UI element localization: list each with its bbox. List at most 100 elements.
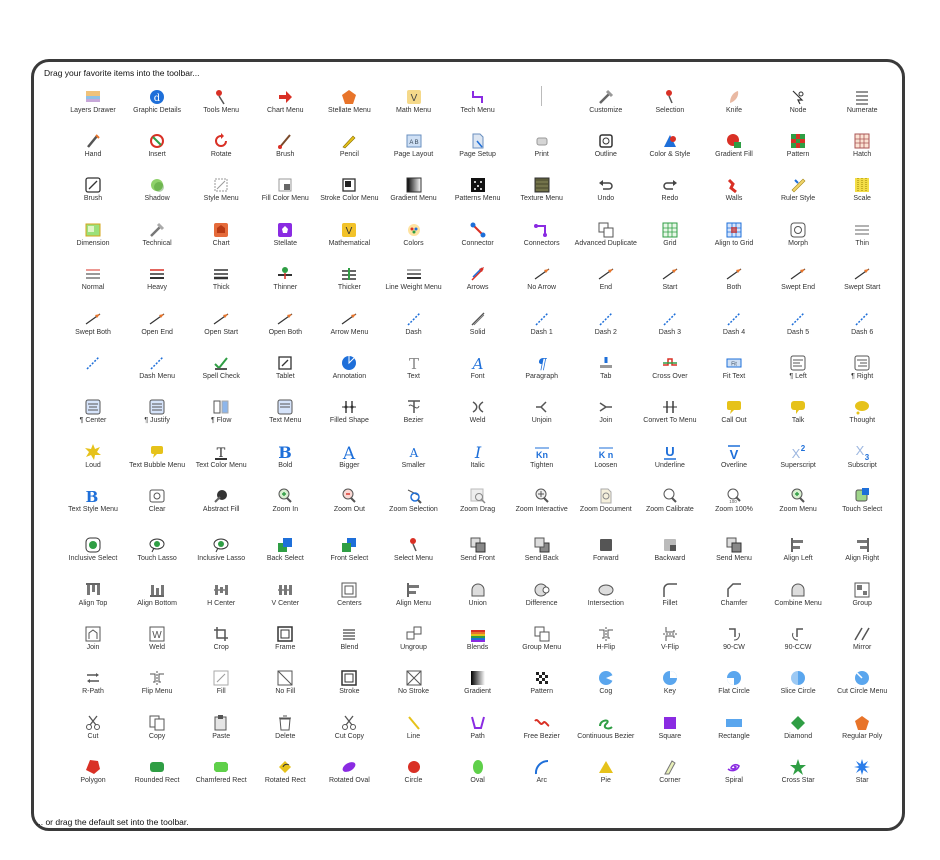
toolbar-item-arrow-menu[interactable]: Arrow Menu xyxy=(316,306,382,350)
toolbar-item-stellate[interactable]: Stellate xyxy=(252,217,318,261)
toolbar-item-fit-text[interactable]: Fit Fit Text xyxy=(701,350,767,394)
toolbar-item-page-layout[interactable]: A B Page Layout xyxy=(381,128,447,172)
toolbar-item-page-setup[interactable]: Page Setup xyxy=(445,128,511,172)
toolbar-item-select-menu[interactable]: Select Menu xyxy=(381,532,447,576)
toolbar-item-end[interactable]: End xyxy=(573,261,639,305)
toolbar-item-delete[interactable]: Delete xyxy=(252,710,318,754)
toolbar-item-spiral[interactable]: Spiral xyxy=(701,754,767,798)
toolbar-item-arc[interactable]: Arc xyxy=(509,754,575,798)
toolbar-item-square[interactable]: Square xyxy=(637,710,703,754)
toolbar-item-align-right[interactable]: Align Right xyxy=(829,532,895,576)
toolbar-item-thick[interactable]: Thick xyxy=(188,261,254,305)
toolbar-item-star[interactable]: Star xyxy=(829,754,895,798)
toolbar-item-tab[interactable]: Tab xyxy=(573,350,639,394)
toolbar-item-tighten[interactable]: Kn Tighten xyxy=(509,439,575,483)
toolbar-item-gradient-menu[interactable]: Gradient Menu xyxy=(381,172,447,216)
toolbar-item-align-top[interactable]: Align Top xyxy=(60,577,126,621)
toolbar-item-mathematical[interactable]: V Mathematical xyxy=(316,217,382,261)
toolbar-item-shadow[interactable]: Shadow xyxy=(124,172,190,216)
toolbar-item-hand[interactable]: Hand xyxy=(60,128,126,172)
toolbar-item-loosen[interactable]: K n Loosen xyxy=(573,439,639,483)
toolbar-item-mirror[interactable]: Mirror xyxy=(829,621,895,665)
toolbar-item-combine-menu[interactable]: Combine Menu xyxy=(765,577,831,621)
toolbar-item-text-menu[interactable]: Text Menu xyxy=(252,394,318,438)
toolbar-item-touch-select[interactable]: Touch Select xyxy=(829,483,895,527)
toolbar-item-zoom-out[interactable]: Zoom Out xyxy=(316,483,382,527)
toolbar-item-text-bubble-menu[interactable]: Text Bubble Menu xyxy=(124,439,190,483)
toolbar-item-dash-1[interactable]: Dash 1 xyxy=(509,306,575,350)
toolbar-item-swept-start[interactable]: Swept Start xyxy=(829,261,895,305)
toolbar-item-talk[interactable]: Talk xyxy=(765,394,831,438)
toolbar-item-underline[interactable]: U Underline xyxy=(637,439,703,483)
toolbar-item-polygon[interactable]: Polygon xyxy=(60,754,126,798)
toolbar-item-chart[interactable]: Chart xyxy=(188,217,254,261)
toolbar-item-color-style[interactable]: Color & Style xyxy=(637,128,703,172)
toolbar-item-brush[interactable]: Brush xyxy=(60,172,126,216)
toolbar-item-dimension[interactable]: Dimension xyxy=(60,217,126,261)
toolbar-item-dash-6[interactable]: Dash 6 xyxy=(829,306,895,350)
toolbar-item-insert[interactable]: Insert xyxy=(124,128,190,172)
toolbar-item-oval[interactable]: Oval xyxy=(445,754,511,798)
toolbar-item-rounded-rect[interactable]: Rounded Rect xyxy=(124,754,190,798)
toolbar-item-blends[interactable]: Blends xyxy=(445,621,511,665)
toolbar-item-customize[interactable]: Customize xyxy=(573,84,639,128)
toolbar-item-inclusive-select[interactable]: Inclusive Select xyxy=(60,532,126,576)
toolbar-item-join[interactable]: Join xyxy=(573,394,639,438)
toolbar-item-regular-poly[interactable]: Regular Poly xyxy=(829,710,895,754)
toolbar-item-print[interactable]: Print xyxy=(509,128,575,172)
toolbar-item-connector[interactable]: Connector xyxy=(445,217,511,261)
toolbar-item-zoom-100[interactable]: 100 Zoom 100% xyxy=(701,483,767,527)
toolbar-item-tech-menu[interactable]: Tech Menu xyxy=(445,84,511,128)
toolbar-item-chart-menu[interactable]: Chart Menu xyxy=(252,84,318,128)
toolbar-item-subscript[interactable]: X 3 Subscript xyxy=(829,439,895,483)
toolbar-item-front-select[interactable]: Front Select xyxy=(316,532,382,576)
toolbar-item-zoom-calibrate[interactable]: Zoom Calibrate xyxy=(637,483,703,527)
toolbar-item-dash-3[interactable]: Dash 3 xyxy=(637,306,703,350)
toolbar-item-numerate[interactable]: Numerate xyxy=(829,84,895,128)
toolbar-item-zoom-menu[interactable]: Zoom Menu xyxy=(765,483,831,527)
toolbar-item-join[interactable]: Join xyxy=(60,621,126,665)
toolbar-item-style-menu[interactable]: Style Menu xyxy=(188,172,254,216)
toolbar-item-rotated-rect[interactable]: Rotated Rect xyxy=(252,754,318,798)
toolbar-item-zoom-selection[interactable]: Zoom Selection xyxy=(381,483,447,527)
toolbar-item-blend[interactable]: Blend xyxy=(316,621,382,665)
toolbar-item-justify[interactable]: ¶ Justify xyxy=(124,394,190,438)
toolbar-item-convert-to-menu[interactable]: Convert To Menu xyxy=(637,394,703,438)
toolbar-item-line[interactable]: Line xyxy=(381,710,447,754)
toolbar-item-slice-circle[interactable]: Slice Circle xyxy=(765,665,831,709)
toolbar-item-thin[interactable]: Thin xyxy=(829,217,895,261)
toolbar-item-connectors[interactable]: Connectors xyxy=(509,217,575,261)
toolbar-item-pattern[interactable]: Pattern xyxy=(765,128,831,172)
toolbar-item-v-flip[interactable]: V-Flip xyxy=(637,621,703,665)
toolbar-item-call-out[interactable]: Call Out xyxy=(701,394,767,438)
toolbar-item-forward[interactable]: Forward xyxy=(573,532,639,576)
toolbar-item-both[interactable]: Both xyxy=(701,261,767,305)
toolbar-item-diamond[interactable]: Diamond xyxy=(765,710,831,754)
toolbar-item-knife[interactable]: Knife xyxy=(701,84,767,128)
toolbar-item-chamfer[interactable]: Chamfer xyxy=(701,577,767,621)
toolbar-item-dash-menu[interactable]: Dash Menu xyxy=(124,350,190,394)
toolbar-item-cross-star[interactable]: Cross Star xyxy=(765,754,831,798)
toolbar-item-weld[interactable]: Weld xyxy=(445,394,511,438)
toolbar-item-dash[interactable]: Dash xyxy=(381,306,447,350)
toolbar-item-send-back[interactable]: Send Back xyxy=(509,532,575,576)
toolbar-item-thought[interactable]: Thought xyxy=(829,394,895,438)
toolbar-item-open-end[interactable]: Open End xyxy=(124,306,190,350)
toolbar-item-centers[interactable]: Centers xyxy=(316,577,382,621)
toolbar-item-h-flip[interactable]: H-Flip xyxy=(573,621,639,665)
toolbar-item-flow[interactable]: ¶ Flow xyxy=(188,394,254,438)
toolbar-item-text-style-menu[interactable]: B Text Style Menu xyxy=(60,483,126,527)
toolbar-item-thinner[interactable]: Thinner xyxy=(252,261,318,305)
toolbar-item-fill-color-menu[interactable]: Fill Color Menu xyxy=(252,172,318,216)
toolbar-item-90-cw[interactable]: 90-CW xyxy=(701,621,767,665)
toolbar-item-crop[interactable]: Crop xyxy=(188,621,254,665)
toolbar-item-dash-5[interactable]: Dash 5 xyxy=(765,306,831,350)
toolbar-item-rectangle[interactable]: Rectangle xyxy=(701,710,767,754)
toolbar-item-gradient[interactable]: Gradient xyxy=(445,665,511,709)
toolbar-item-math-menu[interactable]: V Math Menu xyxy=(381,84,447,128)
toolbar-item-smaller[interactable]: A Smaller xyxy=(381,439,447,483)
toolbar-item-patterns-menu[interactable]: Patterns Menu xyxy=(445,172,511,216)
toolbar-item-cut-copy[interactable]: Cut Copy xyxy=(316,710,382,754)
toolbar-item-gradient-fill[interactable]: Gradient Fill xyxy=(701,128,767,172)
toolbar-item-arrows[interactable]: Arrows xyxy=(445,261,511,305)
